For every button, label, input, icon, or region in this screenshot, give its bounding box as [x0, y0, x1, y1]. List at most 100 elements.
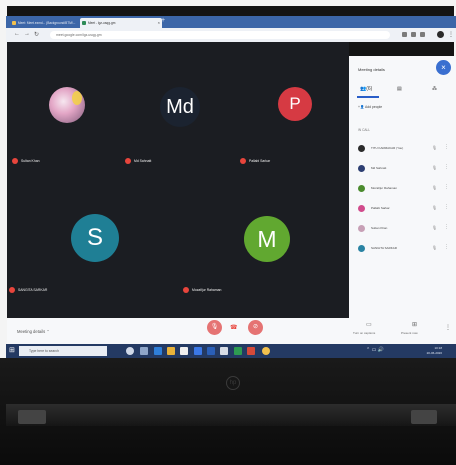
- meeting-details-panel: Meeting details × 👥(6) ▤ ⁂ +👤 Add people…: [349, 56, 456, 318]
- hp-logo-icon: hp: [226, 376, 240, 390]
- meet-favicon-icon: [82, 21, 86, 25]
- extension-icon[interactable]: [411, 32, 416, 37]
- new-tab-button[interactable]: +: [161, 17, 165, 24]
- chat-icon[interactable]: ▤: [397, 86, 402, 92]
- participant-avatar: P: [278, 87, 312, 121]
- task-view-icon[interactable]: [140, 347, 148, 355]
- browser-tab-1[interactable]: Meet: Meet.ezmd... (Background/BTM/...: [10, 18, 86, 28]
- meeting-details-toggle[interactable]: Meeting details ⌃: [17, 329, 50, 334]
- powerpoint-icon[interactable]: [247, 347, 255, 355]
- avatar: [358, 245, 365, 252]
- participant-avatar: Md: [160, 87, 200, 127]
- cortana-icon[interactable]: [126, 347, 134, 355]
- people-list-item[interactable]: TITU KARMAKAR (You) 🎙 ⋮: [358, 144, 451, 154]
- participant-name-tag: Md Sahnatt: [125, 158, 151, 164]
- file-explorer-icon[interactable]: [167, 347, 175, 355]
- avatar: [358, 205, 365, 212]
- more-options-icon[interactable]: ⋮: [445, 324, 451, 331]
- add-person-icon: +👤: [358, 105, 365, 109]
- more-options-icon[interactable]: ⋮: [444, 144, 449, 150]
- avatar: [358, 145, 365, 152]
- url-field[interactable]: meet.google.com/lgz-usqg-gm: [50, 31, 390, 39]
- people-list-item[interactable]: Pallabi Sarkar 🎙 ⋮: [358, 204, 451, 214]
- mic-off-icon: 🎙: [432, 165, 438, 170]
- reload-icon[interactable]: ↻: [34, 31, 39, 38]
- browser-tab-2[interactable]: Meet - lgz-usqg-gm ×: [80, 18, 162, 28]
- edge-icon[interactable]: [154, 347, 162, 355]
- more-options-icon[interactable]: ⋮: [444, 184, 449, 190]
- mic-off-icon: [240, 158, 246, 164]
- camera-button[interactable]: ⊘: [248, 320, 263, 335]
- hinge-right: [411, 410, 437, 424]
- tab-label: Meet - lgz-usqg-gm: [88, 21, 116, 25]
- present-icon[interactable]: ⊞: [412, 321, 417, 328]
- store-icon[interactable]: [180, 347, 188, 355]
- laptop-hinge: [6, 404, 456, 426]
- browser-menu-icon[interactable]: ⋮: [448, 31, 454, 38]
- mic-off-icon: 🎙: [432, 205, 438, 210]
- avatar: [358, 165, 365, 172]
- mic-off-icon: 🎙: [432, 225, 438, 230]
- mic-off-icon: 🎙: [210, 324, 219, 330]
- microphone-button[interactable]: 🎙: [207, 320, 222, 335]
- more-options-icon[interactable]: ⋮: [444, 224, 449, 230]
- system-tray-icons[interactable]: ⌃ ▭ 🔊: [366, 347, 384, 353]
- word-icon[interactable]: [194, 347, 202, 355]
- mic-off-icon: 🎙: [432, 145, 438, 150]
- hinge-left: [18, 410, 46, 424]
- in-call-label: IN CALL: [358, 128, 371, 132]
- panel-title: Meeting details: [358, 67, 385, 72]
- leave-call-icon[interactable]: ☎: [230, 324, 237, 331]
- active-tab-indicator: [357, 96, 379, 98]
- avatar: [358, 185, 365, 192]
- activities-icon[interactable]: ⁂: [432, 86, 437, 92]
- add-people-button[interactable]: +👤 Add people: [358, 105, 382, 109]
- chrome-icon[interactable]: [262, 347, 270, 355]
- windows-start-icon[interactable]: ⊞: [9, 346, 15, 354]
- participant-avatar: S: [71, 214, 119, 262]
- excel-icon[interactable]: [234, 347, 242, 355]
- present-now-button[interactable]: Present now: [401, 331, 418, 335]
- mail-icon[interactable]: [220, 347, 228, 355]
- forward-icon[interactable]: →: [24, 31, 30, 37]
- back-icon[interactable]: ←: [14, 31, 20, 37]
- mic-off-icon: [12, 158, 18, 164]
- address-bar-row: ← → ↻ meet.google.com/lgz-usqg-gm ⋮: [6, 28, 456, 42]
- more-options-icon[interactable]: ⋮: [444, 244, 449, 250]
- tab-favicon-icon: [12, 21, 16, 25]
- people-list-item[interactable]: Mozafijur Rahaman 🎙 ⋮: [358, 184, 451, 194]
- meeting-controls-bar: Meeting details ⌃ 🎙 ☎ ⊘ ▭ Turn on captio…: [7, 318, 456, 344]
- participant-avatar: M: [244, 216, 290, 262]
- extension-icon[interactable]: [402, 32, 407, 37]
- mic-off-icon: 🎙: [432, 245, 438, 250]
- mic-off-icon: [9, 287, 15, 293]
- close-panel-button[interactable]: ×: [436, 60, 451, 75]
- profile-avatar[interactable]: [437, 31, 444, 38]
- taskbar-clock[interactable]: 10:18 20-06-2020: [427, 346, 442, 355]
- meeting-stage: Sultan Khan Md Md Sahnatt P Pallabi Sark…: [7, 42, 349, 318]
- participant-name-tag: Pallabi Sarkar: [240, 158, 270, 164]
- participant-avatar-photo: [49, 87, 85, 123]
- extension-icon[interactable]: [420, 32, 425, 37]
- mic-off-icon: 🎙: [432, 185, 438, 190]
- mic-off-icon: [125, 158, 131, 164]
- chevron-up-icon: ⌃: [46, 329, 50, 334]
- people-list-item[interactable]: SANGITA SARKAR 🎙 ⋮: [358, 244, 451, 254]
- more-options-icon[interactable]: ⋮: [444, 204, 449, 210]
- tab-close-icon[interactable]: ×: [158, 18, 160, 28]
- taskbar-search[interactable]: Type here to search: [19, 346, 107, 356]
- people-list-item[interactable]: Sultan Khan 🎙 ⋮: [358, 224, 451, 234]
- browser-tab-bar: Meet: Meet.ezmd... (Background/BTM/... M…: [6, 16, 456, 28]
- more-options-icon[interactable]: ⋮: [444, 164, 449, 170]
- mic-off-icon: [183, 287, 189, 293]
- captions-icon[interactable]: ▭: [366, 321, 372, 328]
- participant-name-tag: SANGITA SARKAR: [9, 287, 47, 293]
- people-list-item[interactable]: Md Sahnatt 🎙 ⋮: [358, 164, 451, 174]
- app-icon[interactable]: [207, 347, 215, 355]
- tab-label: Meet: Meet.ezmd... (Background/BTM/...: [18, 21, 76, 25]
- tab-people[interactable]: 👥(6): [360, 86, 372, 92]
- avatar: [358, 225, 365, 232]
- turn-on-captions-button[interactable]: Turn on captions: [353, 331, 375, 335]
- camera-off-icon: ⊘: [252, 324, 259, 330]
- participant-name-tag: Sultan Khan: [12, 158, 39, 164]
